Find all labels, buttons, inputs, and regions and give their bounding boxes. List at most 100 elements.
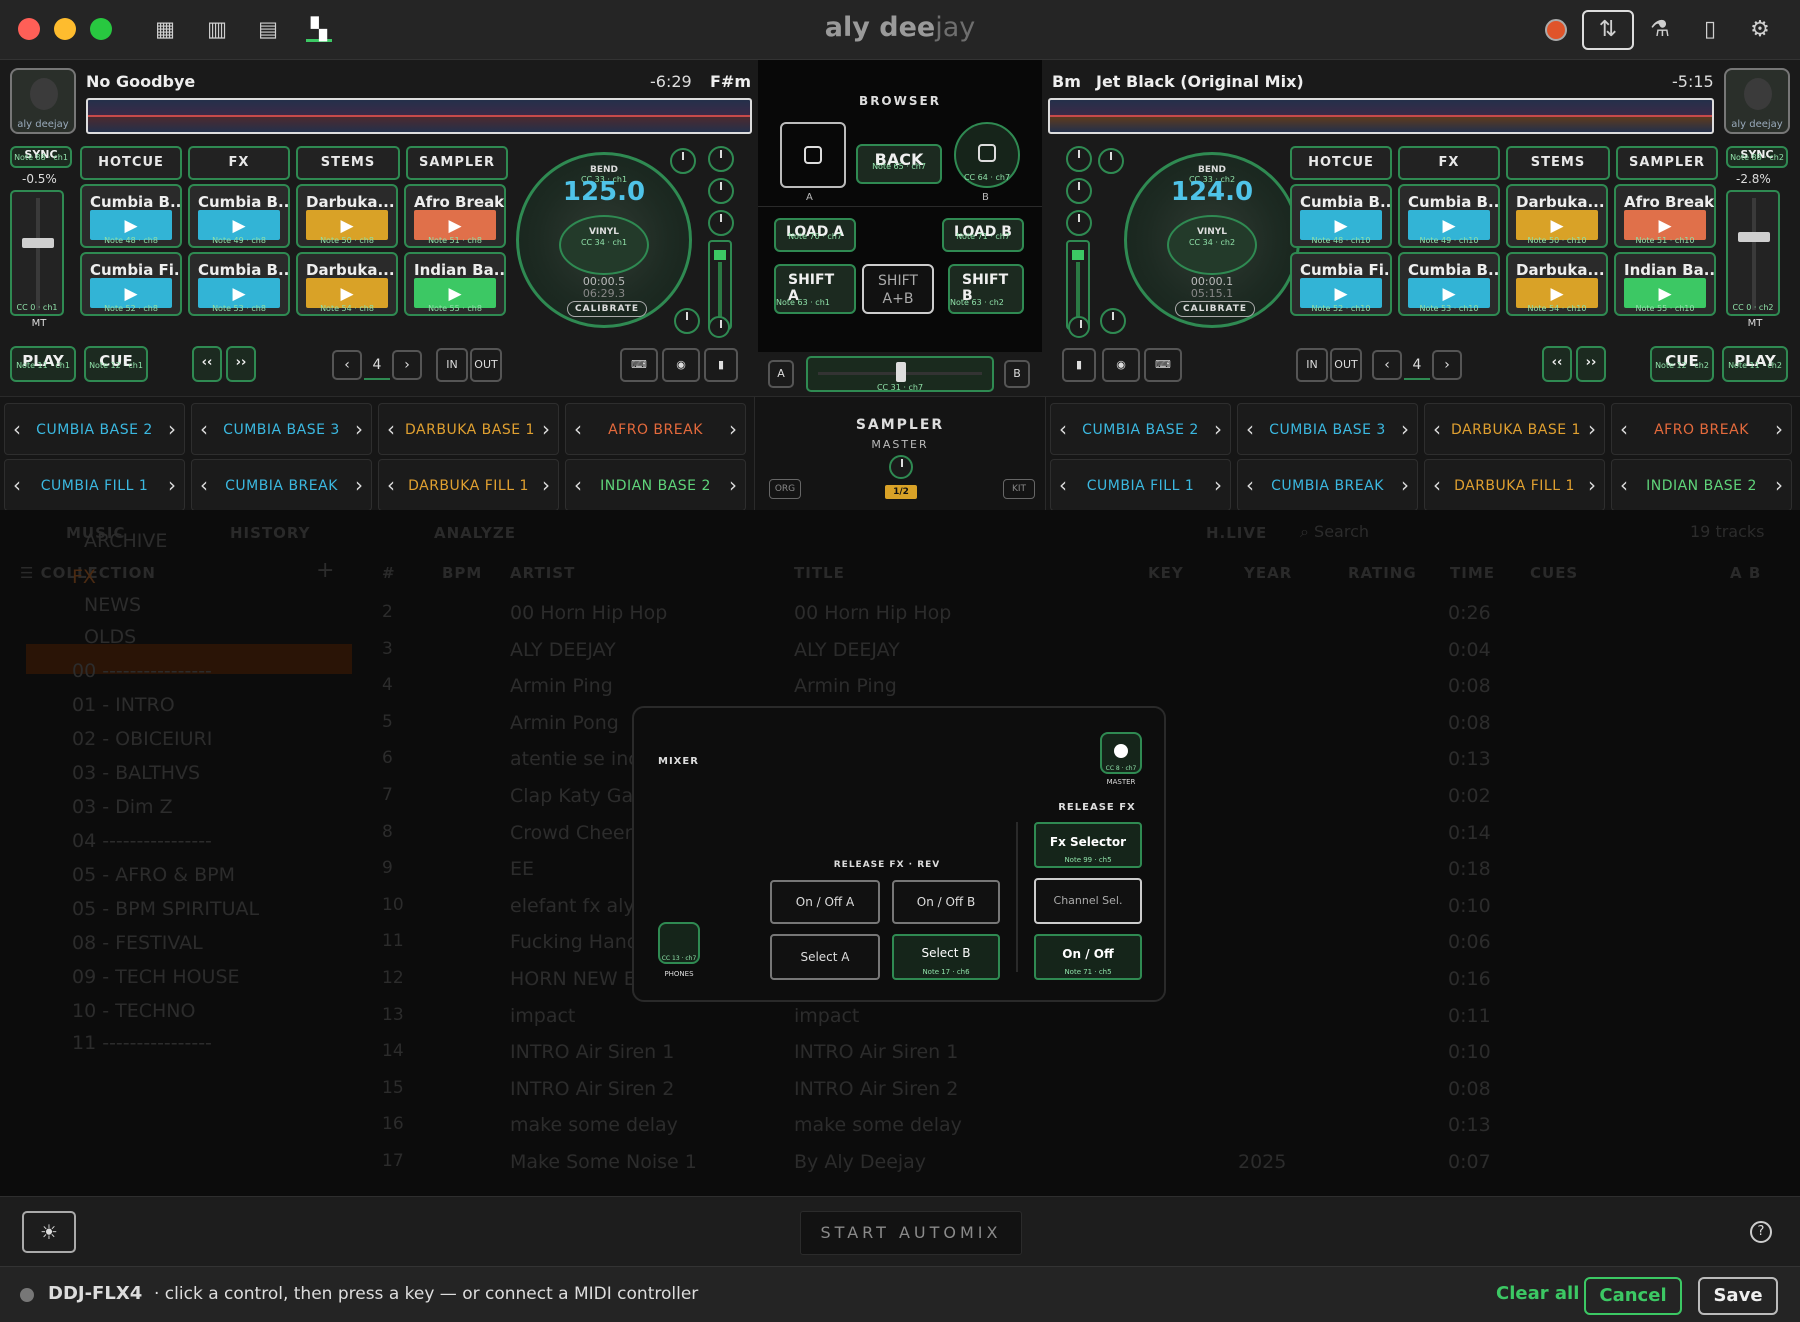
sampler-slot[interactable]: ‹ CUMBIA BASE 2 ›: [4, 403, 185, 455]
deck-b-tab-hotcue[interactable]: HOTCUE: [1290, 146, 1392, 180]
chevron-right-icon[interactable]: ›: [168, 404, 176, 454]
hotcue-pad[interactable]: Cumbia B... ▶ Note 49 · ch8: [188, 184, 290, 248]
chevron-right-icon[interactable]: ›: [729, 404, 737, 454]
column-header[interactable]: TITLE: [794, 564, 845, 582]
table-row[interactable]: 17 Make Some Noise 1 By Aly Deejay 2025 0:07: [370, 1151, 1790, 1181]
sampler-slot[interactable]: ‹ DARBUKA BASE 1 ›: [378, 403, 559, 455]
sampler-org-button[interactable]: ORG: [769, 479, 801, 499]
back-button[interactable]: BACK Note 65 · ch7: [856, 144, 942, 184]
hotcue-pad[interactable]: Indian Ba... ▶ Note 55 · ch10: [1614, 252, 1716, 316]
sampler-slot[interactable]: ‹ INDIAN BASE 2 ›: [1611, 459, 1792, 511]
sidebar-playlist[interactable]: 04 ----------------: [72, 830, 212, 852]
sampler-slot[interactable]: ‹ CUMBIA BASE 3 ›: [1237, 403, 1418, 455]
deck-a-loop-halve[interactable]: ‹: [332, 350, 362, 380]
sampler-slot[interactable]: ‹ DARBUKA BASE 1 ›: [1424, 403, 1605, 455]
deck-a-tab-sampler[interactable]: SAMPLER: [406, 146, 508, 180]
chevron-left-icon[interactable]: ‹: [200, 460, 208, 510]
deck-a-jog-wheel[interactable]: BEND CC 33 · ch1 125.0 VINYL CC 34 · ch1…: [516, 152, 692, 328]
deck-a-tab-stems[interactable]: STEMS: [296, 146, 400, 180]
sidebar-playlist[interactable]: 08 - FESTIVAL: [72, 932, 203, 954]
deck-b-mt[interactable]: MT: [1740, 318, 1770, 332]
deck-a-beatjump-back[interactable]: ‹‹: [192, 346, 222, 382]
deck-a-cue-button[interactable]: CUE Note 12 · ch1: [84, 346, 148, 382]
shift-ab-button[interactable]: SHIFT A+B: [862, 264, 934, 314]
deck-a-loop-double[interactable]: ›: [392, 350, 422, 380]
hotcue-pad[interactable]: Darbuka... ▶ Note 54 · ch8: [296, 252, 398, 316]
sampler-slot[interactable]: ‹ CUMBIA BREAK ›: [1237, 459, 1418, 511]
tab-analyze[interactable]: ANALYZE: [434, 524, 516, 542]
calibrate-button[interactable]: CALIBRATE: [1175, 301, 1255, 317]
sampler-slot[interactable]: ‹ CUMBIA BASE 3 ›: [191, 403, 372, 455]
shift-a-button[interactable]: SHIFT A Note 63 · ch1: [774, 264, 856, 314]
deck-b-beatjump-back[interactable]: ‹‹: [1542, 346, 1572, 382]
hotcue-pad[interactable]: Cumbia Fi... ▶ Note 52 · ch8: [80, 252, 182, 316]
deck-a-loop-out[interactable]: OUT: [470, 348, 502, 382]
hotcue-pad[interactable]: Cumbia B... ▶ Note 48 · ch10: [1290, 184, 1392, 248]
sampler-slot[interactable]: ‹ DARBUKA FILL 1 ›: [378, 459, 559, 511]
book-icon[interactable]: ▯: [1692, 12, 1728, 48]
chevron-left-icon[interactable]: ‹: [387, 404, 395, 454]
deck-b-tab-fx[interactable]: FX: [1398, 146, 1500, 180]
chevron-right-icon[interactable]: ›: [1401, 404, 1409, 454]
hotcue-pad[interactable]: Cumbia B... ▶ Note 53 · ch10: [1398, 252, 1500, 316]
chevron-left-icon[interactable]: ‹: [13, 460, 21, 510]
sidebar-playlist[interactable]: 05 - BPM SPIRITUAL: [72, 898, 259, 920]
hotcue-pad[interactable]: Cumbia B... ▶ Note 49 · ch10: [1398, 184, 1500, 248]
chevron-left-icon[interactable]: ‹: [1433, 404, 1441, 454]
column-header[interactable]: KEY: [1148, 564, 1184, 582]
fx-selector-button[interactable]: Fx Selector Note 99 · ch5: [1034, 822, 1142, 868]
deck-b-tab-stems[interactable]: STEMS: [1506, 146, 1610, 180]
hlive-label[interactable]: H.LIVE: [1206, 524, 1267, 542]
sidebar-playlist[interactable]: 01 - INTRO: [72, 694, 175, 716]
deck-a-tempo-fader[interactable]: CC 0 · ch1: [10, 190, 64, 316]
save-button[interactable]: Save: [1698, 1277, 1778, 1315]
deck-a-filter-knob[interactable]: [674, 308, 700, 334]
deck-a-play-button[interactable]: PLAY Note 11 · ch1: [10, 346, 76, 382]
sampler-slot[interactable]: ‹ CUMBIA FILL 1 ›: [4, 459, 185, 511]
column-header[interactable]: ARTIST: [510, 564, 575, 582]
deck-a-waveform[interactable]: [86, 98, 752, 134]
crossfader-cap[interactable]: [896, 362, 906, 382]
deck-a-keyboard-icon[interactable]: ⌨: [620, 348, 658, 382]
midi-mapping-icon[interactable]: ⇅: [1582, 10, 1634, 50]
table-row[interactable]: 13 impact impact 0:11: [370, 1005, 1790, 1035]
hotcue-pad[interactable]: Afro Break ▶ Note 51 · ch8: [404, 184, 506, 248]
sidebar-playlist[interactable]: 00 ----------------: [72, 660, 212, 682]
chevron-right-icon[interactable]: ›: [355, 460, 363, 510]
phones-knob[interactable]: CC 13 · ch7: [658, 922, 700, 964]
column-header[interactable]: BPM: [442, 564, 482, 582]
deck-b-filter-knob[interactable]: [1100, 308, 1126, 334]
chevron-left-icon[interactable]: ‹: [1620, 404, 1628, 454]
deck-b-low-knob[interactable]: [1066, 210, 1092, 236]
deck-a-tab-fx[interactable]: FX: [188, 146, 290, 180]
deck-b-headphones-icon[interactable]: ◉: [1102, 348, 1140, 382]
chevron-right-icon[interactable]: ›: [1775, 460, 1783, 510]
deck-a-headphones-cue[interactable]: [708, 316, 730, 338]
chevron-right-icon[interactable]: ›: [1214, 460, 1222, 510]
table-row[interactable]: 3 ALY DEEJAY ALY DEEJAY 0:04: [370, 639, 1790, 669]
chevron-right-icon[interactable]: ›: [542, 404, 550, 454]
crossfader-b-label[interactable]: B: [1004, 360, 1030, 388]
hotcue-pad[interactable]: Darbuka... ▶ Note 50 · ch10: [1506, 184, 1608, 248]
chevron-left-icon[interactable]: ‹: [574, 460, 582, 510]
deck-b-loop-in[interactable]: IN: [1296, 348, 1328, 382]
hotcue-pad[interactable]: Cumbia B... ▶ Note 53 · ch8: [188, 252, 290, 316]
deck-b-cue-button[interactable]: CUE Note 12 · ch2: [1650, 346, 1714, 382]
chevron-right-icon[interactable]: ›: [729, 460, 737, 510]
sampler-slot[interactable]: ‹ CUMBIA BREAK ›: [191, 459, 372, 511]
deck-b-jog-wheel[interactable]: BEND CC 33 · ch2 124.0 VINYL CC 34 · ch2…: [1124, 152, 1300, 328]
deck-b-keyboard-icon[interactable]: ⌨: [1144, 348, 1182, 382]
search-input[interactable]: ⌕ Search: [1300, 522, 1369, 542]
sampler-slot[interactable]: ‹ AFRO BREAK ›: [565, 403, 746, 455]
clear-all-button[interactable]: Clear all: [1496, 1283, 1579, 1304]
deck-a-beatjump-forward[interactable]: ››: [226, 346, 256, 382]
deck-a-low-knob[interactable]: [708, 210, 734, 236]
sidebar-playlist[interactable]: 11 ----------------: [72, 1032, 212, 1054]
deck-a-mt[interactable]: MT: [24, 318, 54, 332]
deck-b-waveform[interactable]: [1048, 98, 1714, 134]
load-a-button[interactable]: LOAD A Note 70 · ch7: [774, 218, 856, 252]
deck-a-sync-button[interactable]: SYNC Note 88 · ch1: [10, 146, 72, 168]
chevron-right-icon[interactable]: ›: [168, 460, 176, 510]
hotcue-pad[interactable]: Darbuka... ▶ Note 54 · ch10: [1506, 252, 1608, 316]
flask-icon[interactable]: ⚗: [1642, 12, 1678, 48]
